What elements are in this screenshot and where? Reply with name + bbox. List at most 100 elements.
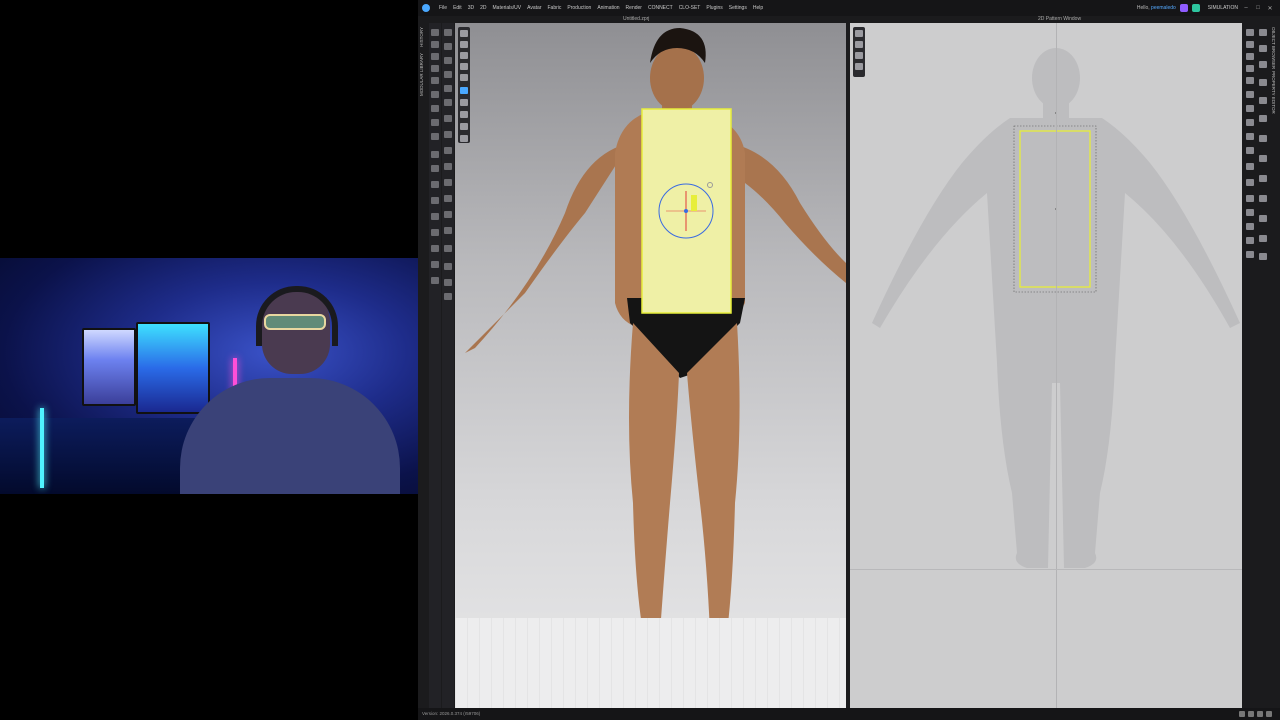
view-more-icon[interactable] — [460, 135, 468, 142]
tack-icon[interactable] — [431, 91, 439, 98]
select-move-icon[interactable] — [431, 29, 439, 36]
arrangement-icon[interactable] — [431, 53, 439, 60]
tab-modular-library[interactable]: MODULAR LIBRARY — [419, 53, 424, 96]
2d-internal-icon[interactable] — [1246, 133, 1254, 140]
2d-grain-icon[interactable] — [1246, 223, 1254, 230]
seam-icon[interactable] — [444, 147, 452, 154]
status-fullscreen-icon[interactable] — [1266, 711, 1272, 717]
line-icon[interactable] — [431, 151, 439, 158]
2d-select-icon[interactable] — [1246, 29, 1254, 36]
2d-trace-icon[interactable] — [1246, 251, 1254, 258]
2d-ruler-icon[interactable] — [1259, 135, 1267, 142]
status-layout-icon[interactable] — [1248, 711, 1254, 717]
menu-edit[interactable]: Edit — [450, 5, 465, 11]
show-pattern-icon[interactable] — [444, 293, 452, 300]
2d-circle-icon[interactable] — [1246, 105, 1254, 112]
2d-bucket-icon[interactable] — [1259, 253, 1267, 260]
minimize-button[interactable]: – — [1242, 5, 1250, 11]
view-light-icon[interactable] — [460, 99, 468, 106]
button-tool-icon[interactable] — [431, 229, 439, 236]
2d-free-sewing-icon[interactable] — [1246, 179, 1254, 186]
view-avatar-icon[interactable] — [460, 30, 468, 37]
shirring-icon[interactable] — [444, 211, 452, 218]
2d-annotation-icon[interactable] — [1246, 209, 1254, 216]
simulate-icon[interactable] — [444, 29, 452, 36]
2d-notch-icon[interactable] — [1259, 45, 1267, 52]
hide-avatar-icon[interactable] — [444, 279, 452, 286]
view-camera-icon[interactable] — [460, 111, 468, 118]
tab-object-browser[interactable]: OBJECT BROWSER — [1271, 27, 1276, 69]
free-sewing-icon[interactable] — [444, 179, 452, 186]
gpu-simulate-icon[interactable] — [444, 43, 452, 50]
view-fit-icon[interactable] — [460, 123, 468, 130]
2d-lock-icon[interactable] — [1259, 175, 1267, 182]
menu-animation[interactable]: Animation — [594, 5, 622, 11]
2d-edit-point-icon[interactable] — [1246, 53, 1254, 60]
elastic-icon[interactable] — [444, 195, 452, 202]
menu-connect[interactable]: CONNECT — [645, 5, 676, 11]
tab-property-editor[interactable]: PROPERTY EDITOR — [1271, 71, 1276, 114]
gizmo-handle[interactable] — [691, 195, 697, 211]
menu-clo-set[interactable]: CLO-SET — [676, 5, 704, 11]
menu-render[interactable]: Render — [623, 5, 645, 11]
puckering-icon[interactable] — [431, 181, 439, 188]
2d-fill-icon[interactable] — [1259, 235, 1267, 242]
menu-fabric[interactable]: Fabric — [545, 5, 565, 11]
2d-offset-icon[interactable] — [1259, 79, 1267, 86]
polygon-icon[interactable] — [444, 85, 452, 92]
gizmo-center[interactable] — [684, 209, 688, 213]
2d-pleat-icon[interactable] — [1259, 61, 1267, 68]
2d-measure-icon[interactable] — [1259, 115, 1267, 122]
fold-icon[interactable] — [431, 165, 439, 172]
texture-icon[interactable] — [431, 197, 439, 204]
transform-icon[interactable] — [431, 65, 439, 72]
menu-help[interactable]: Help — [750, 5, 766, 11]
2d-grid-icon[interactable] — [1259, 215, 1267, 222]
simulation-mode-dropdown[interactable]: SIMULATION — [1208, 5, 1238, 11]
3d-garment-viewport[interactable] — [455, 23, 846, 708]
fold-arrangement-icon[interactable] — [431, 41, 439, 48]
circle-icon[interactable] — [444, 115, 452, 122]
menu-2d[interactable]: 2D — [477, 5, 489, 11]
view-pattern-icon[interactable] — [460, 63, 468, 70]
menu-settings[interactable]: Settings — [726, 5, 750, 11]
close-button[interactable]: ✕ — [1266, 5, 1274, 12]
2d-dart-icon[interactable] — [1246, 119, 1254, 126]
edit-pattern-icon[interactable] — [444, 71, 452, 78]
2d-slash-icon[interactable] — [1259, 97, 1267, 104]
maximize-button[interactable]: □ — [1254, 5, 1262, 11]
avatar-measure-icon[interactable] — [444, 245, 452, 252]
strengthen-icon[interactable] — [431, 119, 439, 126]
select-mesh-icon[interactable] — [444, 57, 452, 64]
menu-avatar[interactable]: Avatar — [524, 5, 544, 11]
view-2d-avatar-icon[interactable] — [855, 52, 863, 59]
pin-icon[interactable] — [431, 77, 439, 84]
2d-symmetry-icon[interactable] — [1246, 237, 1254, 244]
connect-icon[interactable] — [1191, 4, 1200, 12]
view-garment-icon[interactable] — [460, 41, 468, 48]
measure-icon[interactable] — [431, 133, 439, 140]
clo-set-icon[interactable] — [1179, 4, 1188, 12]
graphic-icon[interactable] — [431, 213, 439, 220]
2d-fold-icon[interactable] — [1259, 29, 1267, 36]
2d-curve-icon[interactable] — [1246, 65, 1254, 72]
view-2d-fabric-icon[interactable] — [855, 41, 863, 48]
2d-layer-icon[interactable] — [1259, 195, 1267, 202]
menu-production[interactable]: Production — [564, 5, 594, 11]
view-2d-more-icon[interactable] — [855, 63, 863, 70]
menu-materials-uv[interactable]: Materials/UV — [490, 5, 525, 11]
topstitch-icon[interactable] — [431, 261, 439, 268]
2d-transform-icon[interactable] — [1246, 41, 1254, 48]
tab-history[interactable]: HISTORY — [419, 27, 424, 47]
2d-text-icon[interactable] — [1246, 195, 1254, 202]
menu-plugins[interactable]: Plugins — [703, 5, 725, 11]
view-stress-icon[interactable] — [460, 74, 468, 81]
rectangle-icon[interactable] — [444, 99, 452, 106]
app-logo-icon[interactable] — [422, 4, 430, 12]
status-grid-icon[interactable] — [1239, 711, 1245, 717]
brush-icon[interactable] — [431, 105, 439, 112]
view-texture-icon[interactable] — [460, 52, 468, 59]
2d-hide-icon[interactable] — [1259, 155, 1267, 162]
zipper-icon[interactable] — [431, 245, 439, 252]
2d-rectangle-icon[interactable] — [1246, 91, 1254, 98]
